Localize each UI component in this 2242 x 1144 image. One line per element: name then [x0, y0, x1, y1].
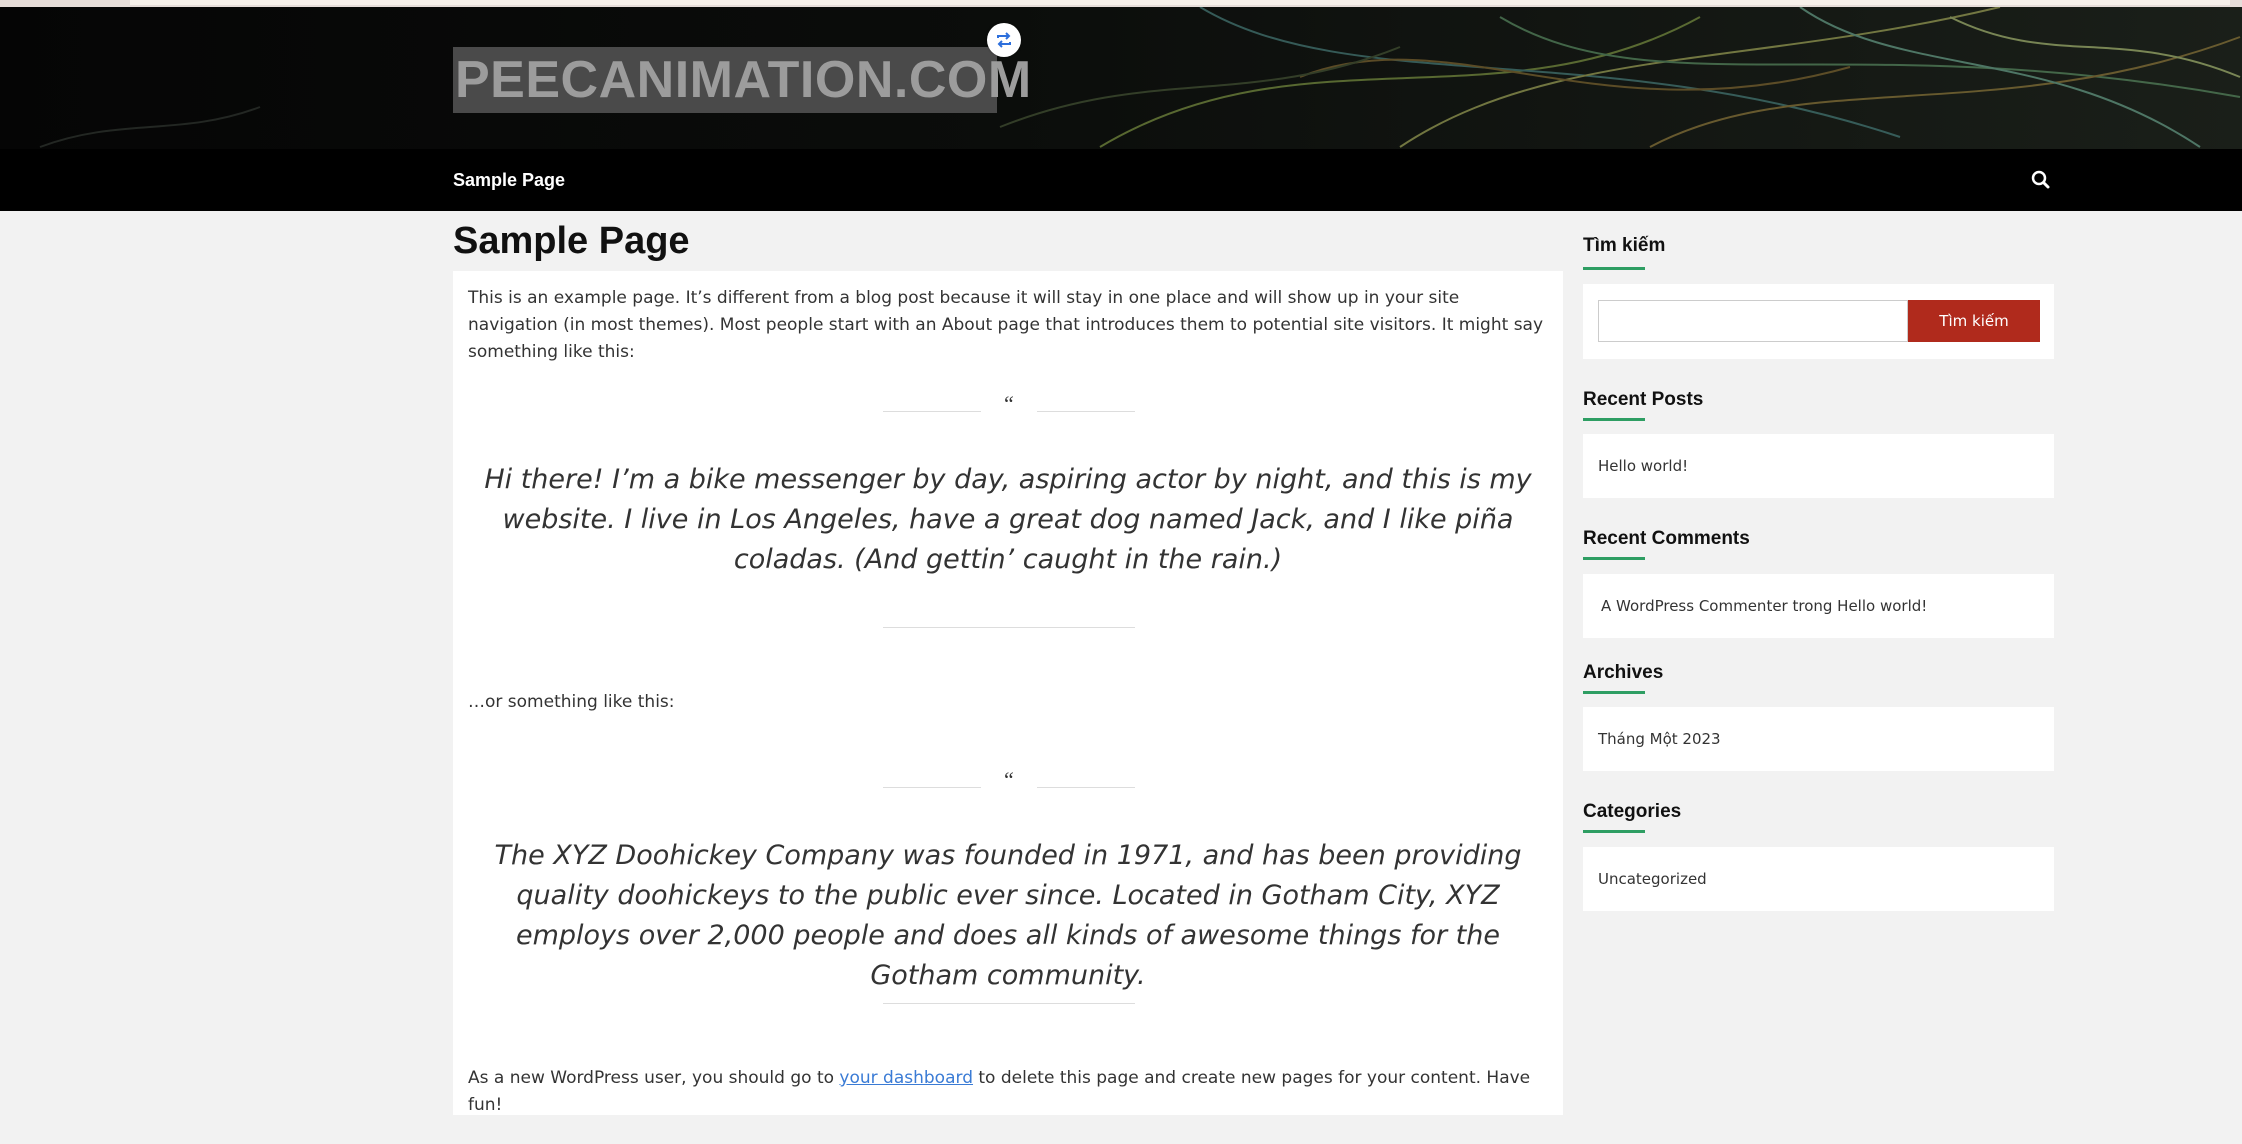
site-header-banner: PEECANIMATION.COM — [0, 7, 2242, 149]
intro-paragraph: This is an example page. It’s different … — [468, 288, 1544, 362]
search-widget: Tìm kiếm — [1583, 284, 2054, 359]
widget-title-underline — [1583, 691, 1645, 694]
browser-top-strip-inner — [130, 0, 2230, 5]
outro-text-before: As a new WordPress user, you should go t… — [468, 1068, 840, 1088]
blockquote-1: Hi there! I’m a bike messenger by day, a… — [484, 464, 1532, 575]
search-widget-title: Tìm kiếm — [1583, 235, 1666, 256]
archives-widget: Tháng Một 2023 — [1583, 707, 2054, 771]
widget-title-underline — [1583, 418, 1645, 421]
outro-paragraph: As a new WordPress user, you should go t… — [468, 1065, 1563, 1119]
widget-title-underline — [1583, 557, 1645, 560]
recent-comment-link[interactable]: A WordPress Commenter trong Hello world! — [1601, 596, 1927, 616]
quote-divider — [883, 627, 1135, 628]
categories-title: Categories — [1583, 801, 1682, 822]
quote-divider — [1037, 411, 1135, 412]
quote-divider — [883, 1003, 1135, 1004]
recent-posts-title: Recent Posts — [1583, 389, 1704, 410]
repeat-icon[interactable] — [987, 23, 1021, 57]
recent-comments-widget: A WordPress Commenter trong Hello world! — [1583, 574, 2054, 638]
quote-divider — [1037, 787, 1135, 788]
archive-link[interactable]: Tháng Một 2023 — [1598, 729, 1721, 749]
search-button[interactable]: Tìm kiếm — [1908, 300, 2040, 342]
quote-mark-icon: “ — [1001, 767, 1015, 792]
recent-comments-title: Recent Comments — [1583, 528, 1750, 549]
dashboard-link[interactable]: your dashboard — [839, 1068, 973, 1088]
blockquote-2: The XYZ Doohickey Company was founded in… — [494, 840, 1522, 991]
browser-top-strip — [0, 0, 2242, 7]
category-link[interactable]: Uncategorized — [1598, 869, 1707, 889]
page-title: Sample Page — [453, 220, 690, 262]
page-content: This is an example page. It’s different … — [453, 271, 1563, 1115]
quote-mark-icon: “ — [1001, 391, 1015, 416]
archives-title: Archives — [1583, 662, 1664, 683]
categories-widget: Uncategorized — [1583, 847, 2054, 911]
main-navigation: Sample Page — [0, 149, 2242, 211]
widget-title-underline — [1583, 830, 1645, 833]
widget-title-underline — [1583, 267, 1645, 270]
recent-posts-widget: Hello world! — [1583, 434, 2054, 498]
search-icon[interactable] — [2028, 167, 2054, 193]
recent-post-link[interactable]: Hello world! — [1598, 456, 1688, 476]
header-light-trails-image — [0, 7, 2242, 149]
nav-item-sample-page[interactable]: Sample Page — [453, 149, 565, 211]
search-input[interactable] — [1598, 300, 1908, 342]
middle-paragraph: …or something like this: — [468, 692, 675, 712]
site-title[interactable]: PEECANIMATION.COM — [453, 47, 1031, 113]
